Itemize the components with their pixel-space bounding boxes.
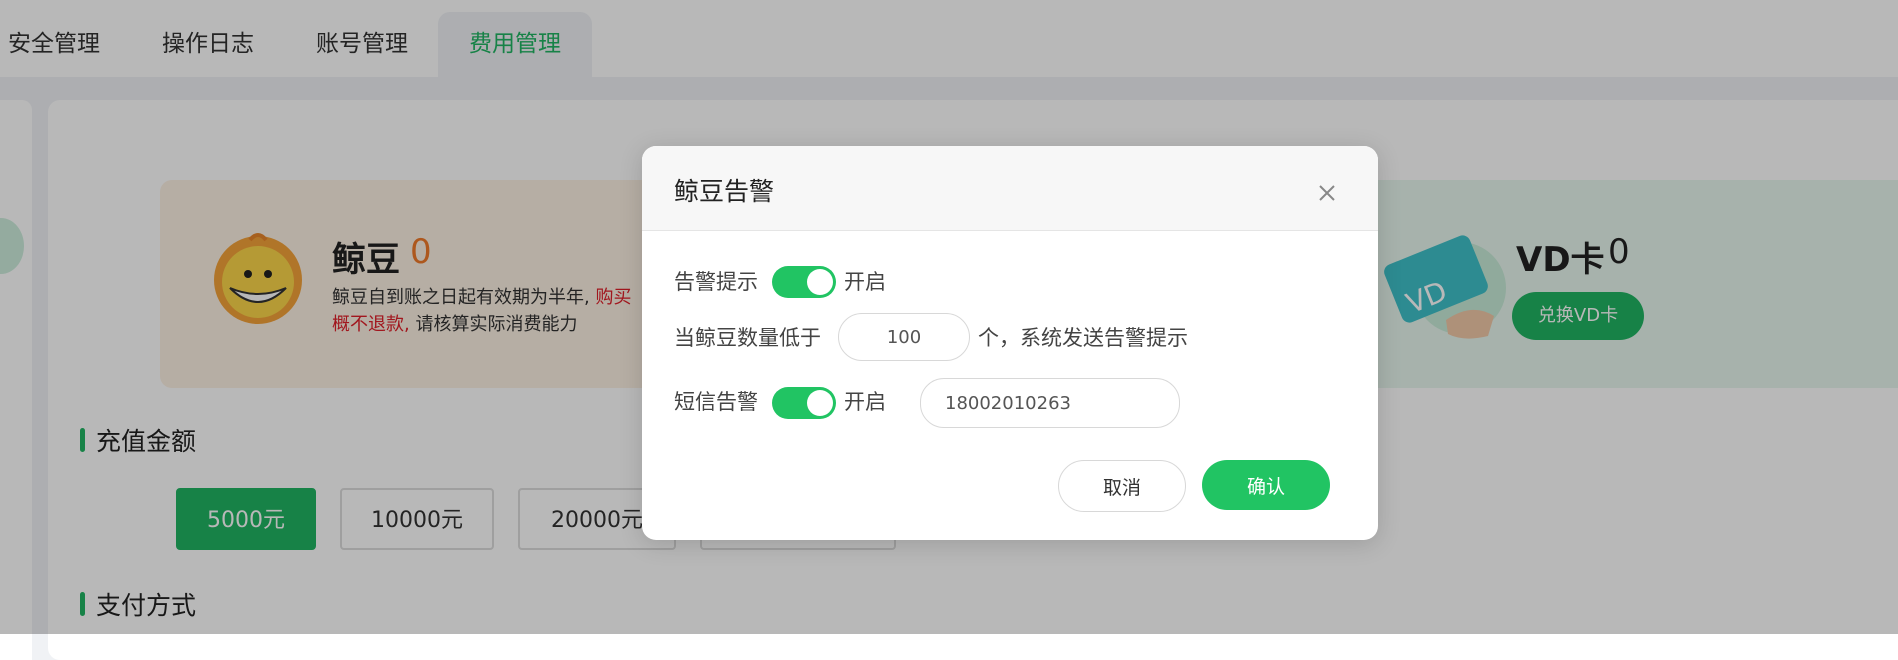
alert-prompt-state: 开启 (844, 270, 886, 294)
dialog-header: 鲸豆告警 (642, 146, 1378, 231)
sms-alert-toggle[interactable] (772, 387, 836, 419)
threshold-input[interactable] (838, 313, 970, 361)
close-icon[interactable] (1318, 184, 1336, 202)
sms-alert-state: 开启 (844, 390, 886, 414)
phone-input[interactable] (920, 378, 1180, 428)
threshold-prefix-label: 当鲸豆数量低于 (674, 326, 821, 350)
cancel-button[interactable]: 取消 (1058, 460, 1186, 512)
toggle-knob (807, 269, 833, 295)
confirm-button[interactable]: 确认 (1202, 460, 1330, 510)
toggle-knob (807, 390, 833, 416)
bean-alert-dialog: 鲸豆告警 告警提示 开启 当鲸豆数量低于 个，系统发送告警提示 短信告警 开启 … (642, 146, 1378, 540)
alert-prompt-toggle[interactable] (772, 266, 836, 298)
dialog-title: 鲸豆告警 (674, 177, 775, 206)
sms-alert-label: 短信告警 (674, 390, 758, 414)
threshold-suffix-label: 个，系统发送告警提示 (978, 326, 1188, 350)
alert-prompt-label: 告警提示 (674, 270, 758, 294)
